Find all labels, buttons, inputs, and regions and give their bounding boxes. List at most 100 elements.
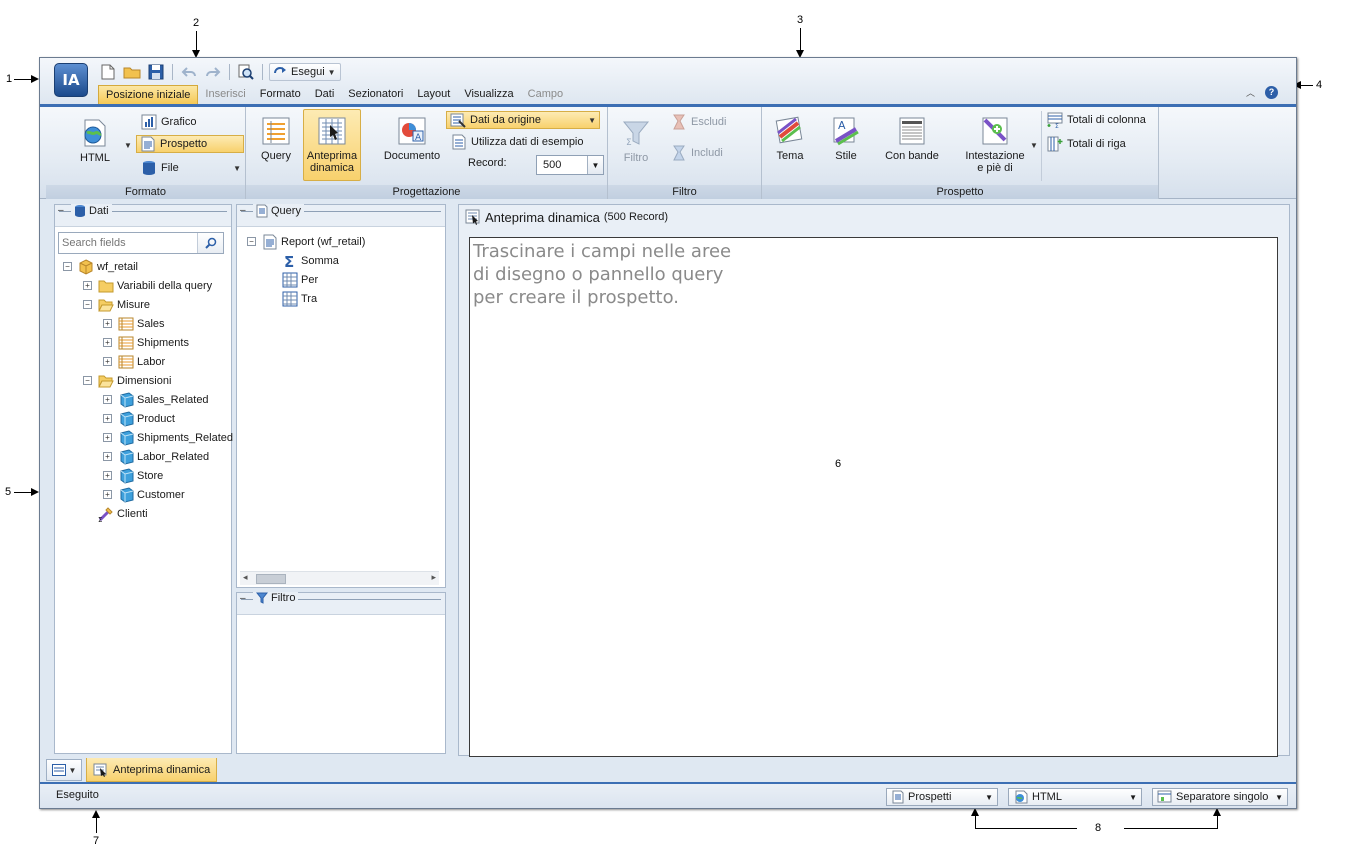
filtro-button[interactable]: Σ Filtro: [616, 117, 656, 164]
file-button[interactable]: File ▼: [138, 159, 244, 177]
utilizza-dati-esempio-button[interactable]: Utilizza dati di esempio: [448, 133, 587, 151]
filtro-label: Filtro: [623, 152, 649, 164]
prospetto-button[interactable]: Prospetto: [136, 135, 244, 153]
tree-item[interactable]: + Labor_Related: [55, 447, 231, 466]
cube-icon: [78, 258, 94, 275]
record-combo[interactable]: 500 ▼: [536, 155, 604, 175]
search-button[interactable]: [197, 233, 223, 253]
expand-icon[interactable]: +: [103, 471, 112, 480]
stile-button[interactable]: A Stile: [826, 115, 866, 162]
tree-item[interactable]: + Customer: [55, 485, 231, 504]
run-label: Esegui: [291, 66, 325, 78]
tree-item[interactable]: + Store: [55, 466, 231, 485]
query-button[interactable]: Query: [254, 115, 298, 162]
html-button[interactable]: HTML: [72, 117, 118, 164]
horizontal-scrollbar[interactable]: ◂ ▸: [240, 571, 439, 585]
tab-formato[interactable]: Formato: [253, 85, 308, 103]
tab-anteprima-dinamica[interactable]: Anteprima dinamica: [86, 758, 218, 782]
expand-icon[interactable]: +: [103, 319, 112, 328]
callout-5-arrowhead: [31, 488, 39, 496]
file-label: File: [161, 162, 179, 174]
tab-sezionatori[interactable]: Sezionatori: [341, 85, 410, 103]
expand-icon[interactable]: +: [103, 490, 112, 499]
dynamic-preview-icon: [318, 117, 346, 145]
sigma-icon: Σ: [282, 253, 298, 271]
chevron-down-icon: ▼: [1129, 792, 1137, 802]
expand-icon[interactable]: +: [83, 281, 92, 290]
help-icon[interactable]: ?: [1265, 86, 1278, 99]
scrollbar-thumb[interactable]: [256, 574, 286, 584]
query-panel-caption: – Query: [237, 204, 445, 227]
tree-item[interactable]: + Shipments: [55, 333, 231, 352]
documento-button[interactable]: A Documento: [382, 115, 442, 162]
output-type-dropdown[interactable]: Prospetti ▼: [886, 788, 998, 806]
design-canvas[interactable]: Trascinare i campi nelle aree di disegno…: [469, 237, 1278, 757]
intestazione-piede-button[interactable]: Intestazione e piè di: [958, 115, 1032, 174]
expand-icon[interactable]: +: [103, 395, 112, 404]
separator-dropdown[interactable]: Separatore singolo ▼: [1152, 788, 1288, 806]
tab-visualizza[interactable]: Visualizza: [457, 85, 520, 103]
run-button[interactable]: Esegui ▼: [269, 63, 341, 81]
tab-menu-button[interactable]: ▼: [46, 759, 82, 781]
record-label: Record:: [468, 157, 507, 169]
tree-item[interactable]: − Dimensioni: [55, 371, 231, 390]
tab-layout[interactable]: Layout: [410, 85, 457, 103]
expand-icon[interactable]: +: [103, 338, 112, 347]
tree-item[interactable]: − Misure: [55, 295, 231, 314]
undo-icon[interactable]: [179, 63, 199, 81]
tree-item[interactable]: − wf_retail: [55, 257, 231, 276]
tab-inserisci[interactable]: Inserisci: [198, 85, 252, 103]
totali-riga-button[interactable]: Totali di riga: [1044, 135, 1129, 153]
tab-posizione-iniziale[interactable]: Posizione iniziale: [98, 84, 199, 104]
grafico-label: Grafico: [161, 116, 197, 128]
scroll-right-icon[interactable]: ▸: [431, 572, 436, 583]
collapse-icon[interactable]: –: [240, 205, 246, 216]
tree-item[interactable]: Per: [237, 270, 445, 289]
preview-magnifier-icon[interactable]: [236, 63, 256, 81]
tree-item[interactable]: + Shipments_Related: [55, 428, 233, 447]
tree-item[interactable]: + Labor: [55, 352, 231, 371]
tree-item[interactable]: + Product: [55, 409, 231, 428]
tree-item[interactable]: Σ Clienti: [55, 504, 231, 524]
anteprima-dinamica-button[interactable]: Anteprima dinamica: [303, 109, 361, 181]
includi-button[interactable]: Includi: [668, 144, 726, 162]
save-icon[interactable]: [146, 63, 166, 81]
tree-item[interactable]: + Variabili della query: [55, 276, 231, 295]
collapse-icon[interactable]: −: [83, 376, 92, 385]
grid-icon: [282, 291, 298, 307]
collapse-icon[interactable]: −: [247, 237, 256, 246]
tree-item[interactable]: + Sales_Related: [55, 390, 231, 409]
open-folder-icon[interactable]: [122, 63, 142, 81]
escludi-button[interactable]: Escludi: [668, 113, 729, 131]
expand-icon[interactable]: +: [103, 452, 112, 461]
tree-item[interactable]: Tra: [237, 289, 445, 308]
expand-icon[interactable]: +: [103, 357, 112, 366]
minimize-ribbon-icon[interactable]: ︿: [1246, 86, 1255, 99]
collapse-icon[interactable]: –: [58, 205, 64, 216]
collapse-icon[interactable]: –: [240, 593, 246, 604]
html-dropdown-arrow[interactable]: ▼: [124, 141, 132, 150]
tema-button[interactable]: Tema: [770, 115, 810, 162]
chevron-down-icon[interactable]: ▼: [587, 156, 603, 174]
collapse-icon[interactable]: −: [63, 262, 72, 271]
redo-icon[interactable]: [203, 63, 223, 81]
tree-item[interactable]: − Report (wf_retail): [237, 232, 445, 251]
intestazione-dropdown-arrow[interactable]: ▼: [1030, 141, 1038, 150]
con-bande-button[interactable]: Con bande: [880, 115, 944, 162]
qat-separator: [172, 64, 173, 80]
tab-campo[interactable]: Campo: [521, 85, 570, 103]
grafico-button[interactable]: Grafico: [138, 113, 199, 131]
app-logo[interactable]: IA: [54, 63, 88, 97]
tree-item[interactable]: + Sales: [55, 314, 231, 333]
scroll-left-icon[interactable]: ◂: [243, 572, 248, 583]
dati-da-origine-dropdown[interactable]: Dati da origine ▼: [446, 111, 600, 129]
tab-dati[interactable]: Dati: [308, 85, 342, 103]
expand-icon[interactable]: +: [103, 414, 112, 423]
expand-icon[interactable]: +: [103, 433, 112, 442]
collapse-icon[interactable]: −: [83, 300, 92, 309]
totali-colonna-button[interactable]: Σ Totali di colonna: [1044, 111, 1149, 129]
new-icon[interactable]: [98, 63, 118, 81]
output-format-dropdown[interactable]: HTML ▼: [1008, 788, 1142, 806]
search-input[interactable]: [59, 233, 195, 253]
tree-item[interactable]: Σ Somma: [237, 251, 445, 271]
